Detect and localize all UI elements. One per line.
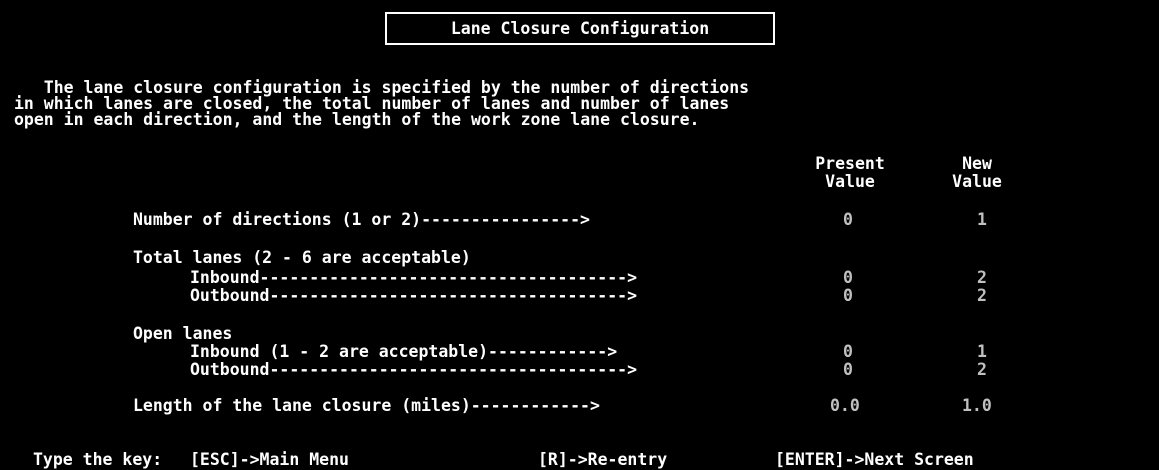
intro-line-3: open in each direction, and the length o… (14, 110, 700, 129)
new-value-header-2: Value (952, 172, 1002, 191)
total-outbound-new-value[interactable]: 2 (977, 287, 987, 304)
reentry-key[interactable]: [R]->Re-entry (538, 451, 667, 468)
esc-main-menu-key[interactable]: [ESC]->Main Menu (190, 451, 349, 468)
total-inbound-present-value: 0 (843, 268, 853, 287)
screen-title: Lane Closure Configuration (450, 19, 710, 38)
total-inbound-label: Inbound---------------------------------… (190, 268, 638, 287)
new-value-header-1: New (962, 154, 992, 173)
directions-present-value: 0 (843, 210, 853, 229)
total-inbound-new-value[interactable]: 2 (977, 269, 987, 286)
footer-prompt: Type the key: (33, 450, 163, 469)
open-outbound-label: Outbound--------------------------------… (190, 360, 638, 379)
directions-new-value[interactable]: 1 (977, 211, 987, 228)
directions-label: Number of directions (1 or 2)-----------… (133, 210, 590, 229)
length-label: Length of the lane closure (miles)------… (133, 396, 600, 415)
enter-next-screen-key[interactable]: [ENTER]->Next Screen (775, 451, 974, 468)
present-value-header-2: Value (825, 172, 875, 191)
open-inbound-new-value[interactable]: 1 (977, 343, 987, 360)
open-inbound-present-value: 0 (843, 342, 853, 361)
open-lanes-heading: Open lanes (133, 324, 233, 343)
total-outbound-label: Outbound--------------------------------… (190, 286, 638, 305)
open-outbound-present-value: 0 (843, 360, 853, 379)
open-outbound-new-value[interactable]: 2 (977, 361, 987, 378)
total-outbound-present-value: 0 (843, 286, 853, 305)
title-box: Lane Closure Configuration (385, 12, 775, 45)
total-lanes-heading: Total lanes (2 - 6 are acceptable) (133, 248, 471, 267)
length-new-value[interactable]: 1.0 (962, 397, 992, 414)
length-present-value: 0.0 (830, 396, 860, 415)
present-value-header-1: Present (815, 154, 885, 173)
open-inbound-label: Inbound (1 - 2 are acceptable)----------… (190, 342, 618, 361)
